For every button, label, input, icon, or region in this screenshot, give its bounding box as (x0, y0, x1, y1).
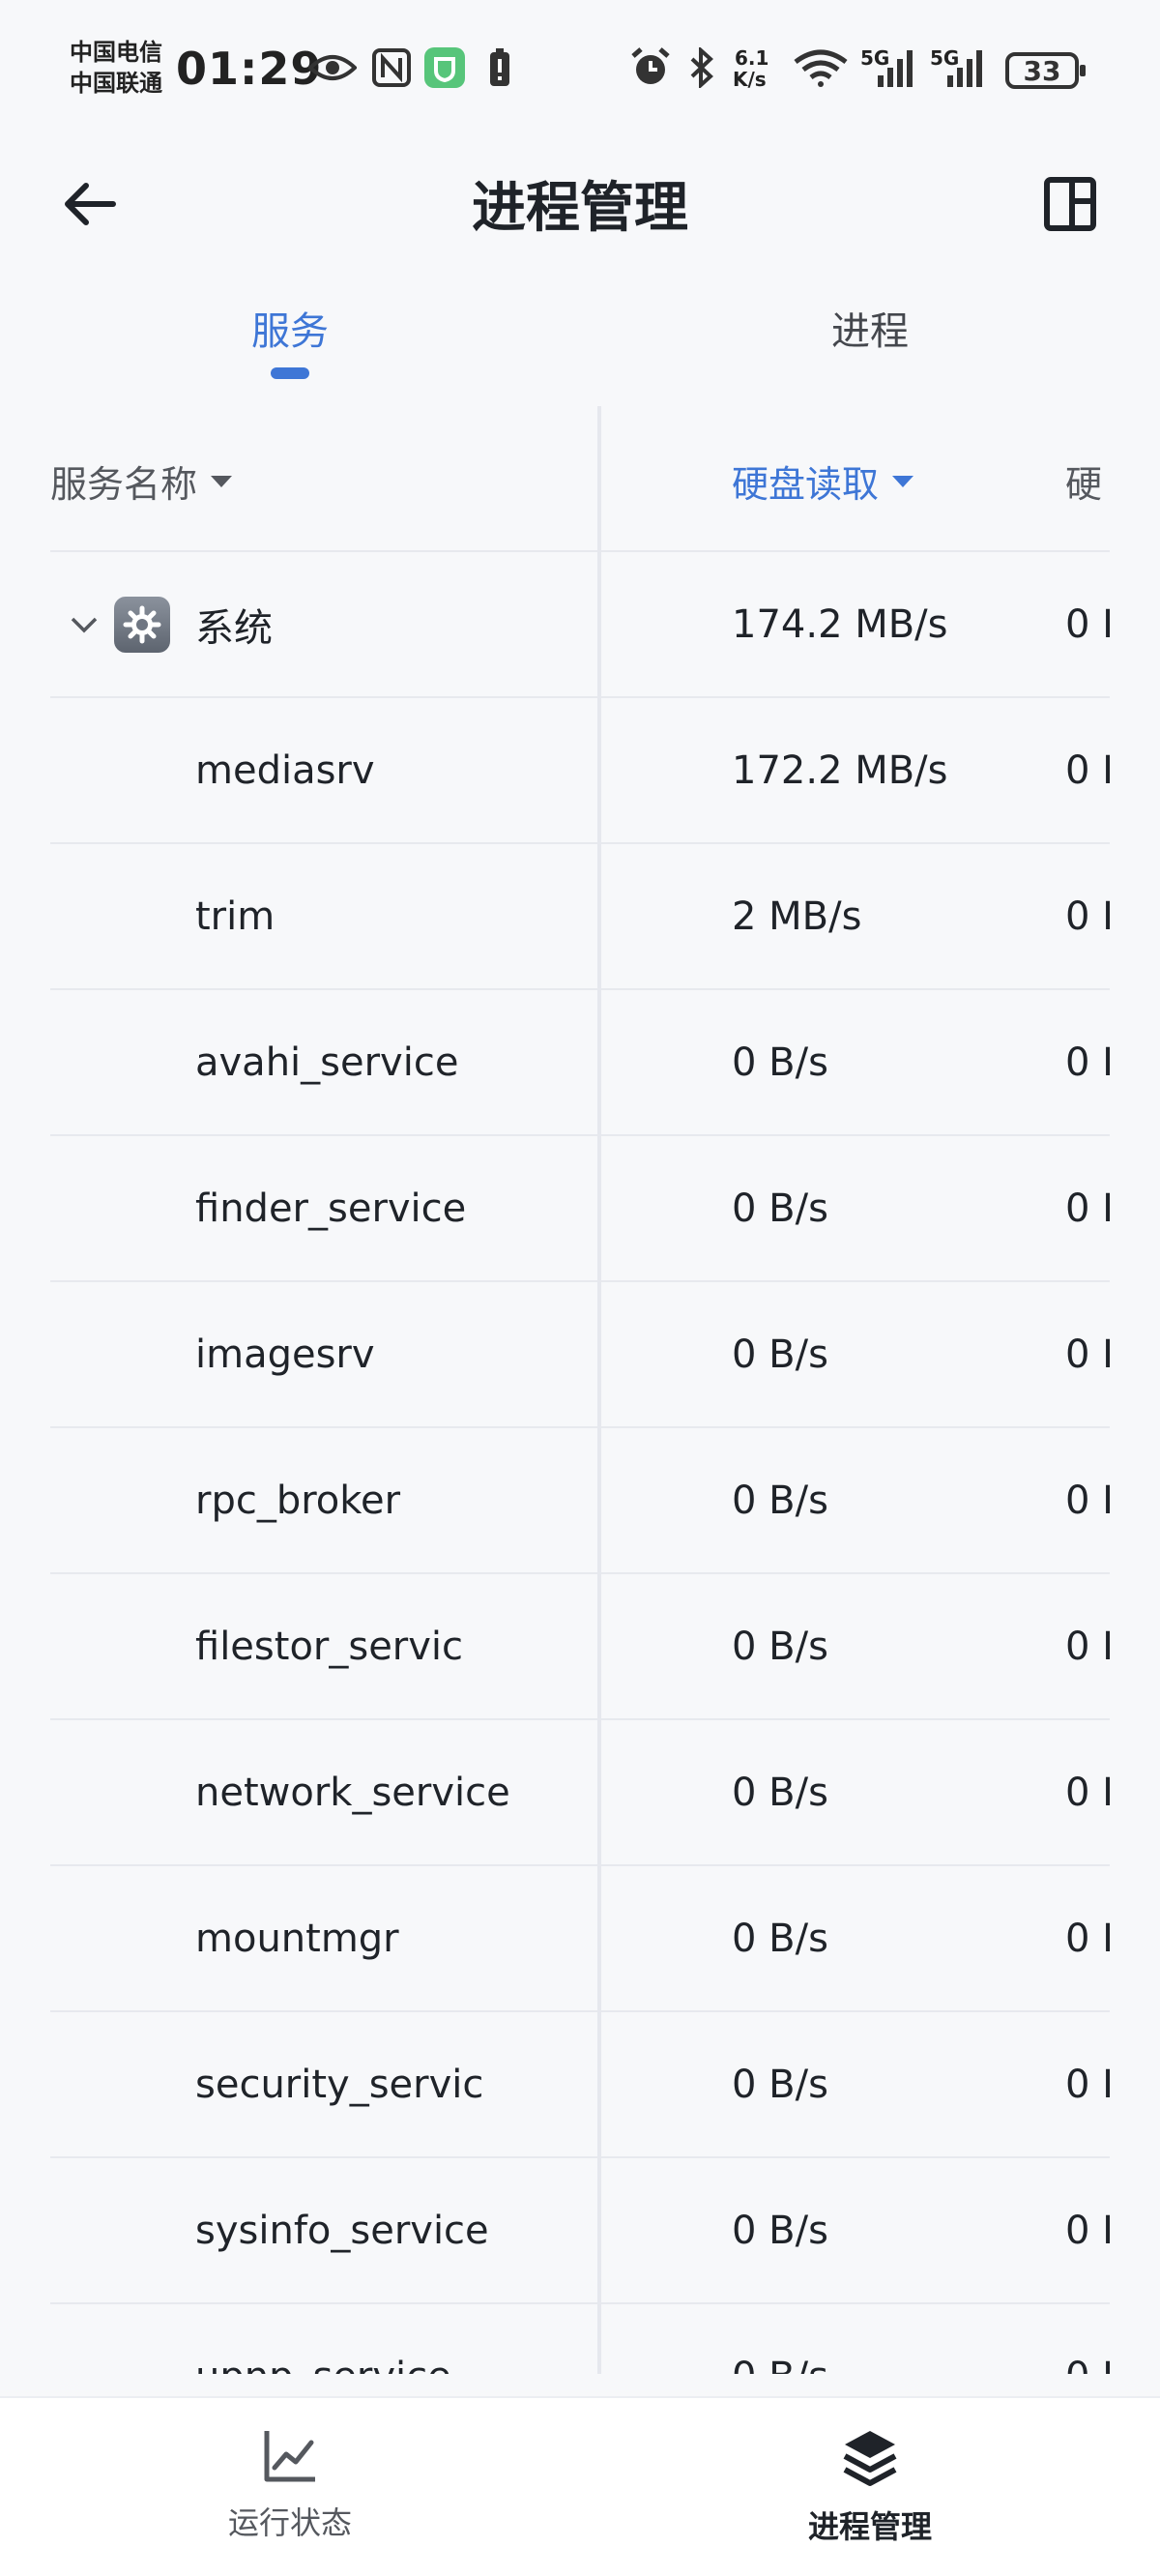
service-disk-read: 0 B/s (732, 1332, 828, 1377)
service-disk-read: 2 MB/s (732, 893, 862, 939)
nfc-icon (371, 44, 412, 91)
table-row[interactable]: security_servic 0 B/s 0 B (50, 2012, 1110, 2158)
service-disk-write: 0 B (1065, 1186, 1110, 1231)
service-disk-write: 0 B (1065, 2208, 1110, 2253)
group-name: 系统 (195, 605, 273, 651)
table-row[interactable]: sysinfo_service 0 B/s 0 B (50, 2158, 1110, 2304)
net-speed-unit: K/s (733, 68, 767, 91)
sort-caret-icon (211, 475, 233, 487)
chevron-down-icon[interactable] (70, 552, 99, 696)
bottom-navigation: 运行状态 进程管理 (0, 2396, 1160, 2576)
table-header: 服务名称 硬盘读取 硬 (50, 406, 1110, 552)
bluetooth-icon (684, 44, 719, 91)
service-name: security_servic (195, 2062, 484, 2107)
service-disk-read: 0 B/s (732, 2208, 828, 2253)
service-disk-write: 0 B (1065, 2062, 1110, 2107)
service-name: imagesrv (195, 1332, 375, 1377)
table-row[interactable]: upnp_service 0 B/s 0 B (50, 2304, 1110, 2375)
service-name: upnp_service (195, 2304, 451, 2375)
table-row[interactable]: network_service 0 B/s 0 B (50, 1720, 1110, 1866)
signal-icon (940, 44, 988, 91)
service-disk-read: 0 B/s (732, 1039, 828, 1085)
tab-processes[interactable]: 进程 (725, 300, 1015, 356)
battery-alert-icon (485, 44, 514, 91)
carrier-1: 中国电信 (70, 39, 162, 66)
app-header: 进程管理 (0, 135, 1160, 261)
service-name: trim (195, 893, 276, 939)
table-row[interactable]: finder_service 0 B/s 0 B (50, 1136, 1110, 1282)
service-name: network_service (195, 1770, 510, 1815)
service-disk-write: 0 B (1065, 1916, 1110, 1961)
service-disk-write: 0 B (1065, 2304, 1110, 2375)
service-disk-write: 0 B (1065, 1478, 1110, 1523)
status-bar: 中国电信 中国联通 01:29 6.1 K/s 5G 5G 33 (0, 0, 1160, 135)
column-header-disk-write-label: 硬 (1065, 463, 1103, 506)
column-header-name[interactable]: 服务名称 (50, 454, 233, 508)
nav-label-run-status: 运行状态 (227, 2504, 352, 2541)
carrier-2: 中国联通 (70, 70, 162, 97)
carrier-names: 中国电信 中国联通 (70, 37, 162, 99)
service-disk-write: 0 B (1065, 1770, 1110, 1815)
table-row[interactable]: avahi_service 0 B/s 0 B (50, 990, 1110, 1136)
nav-item-process-management[interactable]: 进程管理 (725, 2427, 1015, 2547)
group-disk-write: 0 B (1065, 601, 1110, 647)
table-row[interactable]: rpc_broker 0 B/s 0 B (50, 1428, 1110, 1574)
service-disk-read: 0 B/s (732, 1186, 828, 1231)
frozen-column-divider (597, 406, 601, 2374)
service-name: sysinfo_service (195, 2208, 489, 2253)
table-row[interactable]: trim 2 MB/s 0 B (50, 844, 1110, 990)
gear-icon (114, 597, 170, 653)
column-header-disk-read[interactable]: 硬盘读取 (732, 454, 914, 508)
service-name: avahi_service (195, 1039, 459, 1085)
tab-services[interactable]: 服务 (145, 300, 435, 356)
tab-bar: 服务 进程 (0, 290, 1160, 396)
layers-icon (839, 2427, 901, 2493)
status-time: 01:29 (176, 43, 323, 95)
column-header-disk-write[interactable]: 硬 (1065, 454, 1110, 508)
service-name: mountmgr (195, 1916, 399, 1961)
service-disk-write: 0 B (1065, 1039, 1110, 1085)
service-disk-read: 0 B/s (732, 1916, 828, 1961)
eye-icon (307, 44, 358, 91)
sort-caret-icon (892, 475, 914, 487)
service-name: rpc_broker (195, 1478, 401, 1523)
service-disk-write: 0 B (1065, 1624, 1110, 1669)
service-name: filestor_servic (195, 1624, 464, 1669)
table-row[interactable]: mediasrv 172.2 MB/s 0 B (50, 698, 1110, 844)
nav-item-run-status[interactable]: 运行状态 (145, 2427, 435, 2543)
nav-label-process-management: 进程管理 (807, 2508, 932, 2545)
layout-toggle-button[interactable] (1029, 164, 1112, 248)
service-disk-write: 0 B (1065, 893, 1110, 939)
battery-indicator: 33 (1005, 52, 1086, 89)
service-disk-write: 0 B (1065, 747, 1110, 793)
table-row[interactable]: mountmgr 0 B/s 0 B (50, 1866, 1110, 2012)
table-row[interactable]: filestor_servic 0 B/s 0 B (50, 1574, 1110, 1720)
column-header-name-label: 服务名称 (50, 463, 198, 506)
signal-icon (870, 44, 918, 91)
active-tab-indicator (271, 367, 309, 379)
alarm-icon (628, 44, 673, 91)
wifi-icon (791, 44, 851, 91)
group-disk-read: 174.2 MB/s (732, 601, 948, 647)
service-disk-read: 172.2 MB/s (732, 747, 948, 793)
service-disk-read: 0 B/s (732, 1478, 828, 1523)
service-name: mediasrv (195, 747, 375, 793)
net-speed-value: 6.1 (735, 46, 769, 70)
service-disk-write: 0 B (1065, 1332, 1110, 1377)
service-disk-read: 0 B/s (732, 1624, 828, 1669)
service-disk-read: 0 B/s (732, 2062, 828, 2107)
services-table[interactable]: 服务名称 硬盘读取 硬 系统 174.2 MB/s 0 B (50, 406, 1110, 2374)
service-disk-read: 0 B/s (732, 1770, 828, 1815)
line-chart-icon (261, 2427, 319, 2489)
page-title: 进程管理 (472, 177, 688, 240)
column-header-disk-read-label: 硬盘读取 (732, 463, 880, 506)
split-layout-icon (1043, 176, 1097, 236)
service-name: finder_service (195, 1186, 467, 1231)
table-row-group[interactable]: 系统 174.2 MB/s 0 B (50, 552, 1110, 698)
table-row[interactable]: imagesrv 0 B/s 0 B (50, 1282, 1110, 1428)
app-badge-icon (423, 44, 466, 91)
service-disk-read: 0 B/s (732, 2304, 828, 2375)
